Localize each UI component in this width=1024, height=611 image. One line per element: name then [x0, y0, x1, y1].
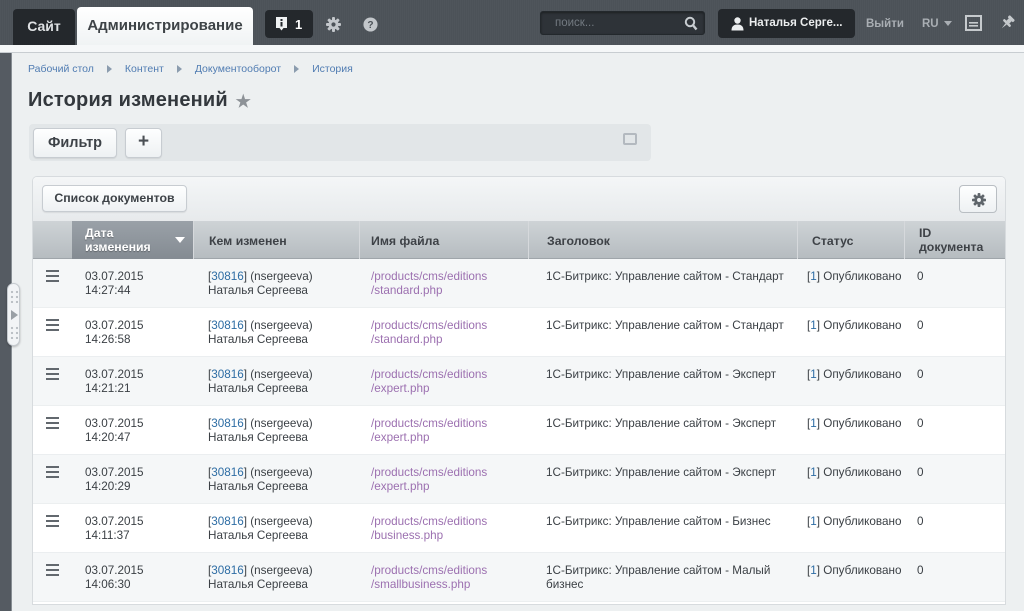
svg-text:?: ?	[367, 20, 373, 31]
